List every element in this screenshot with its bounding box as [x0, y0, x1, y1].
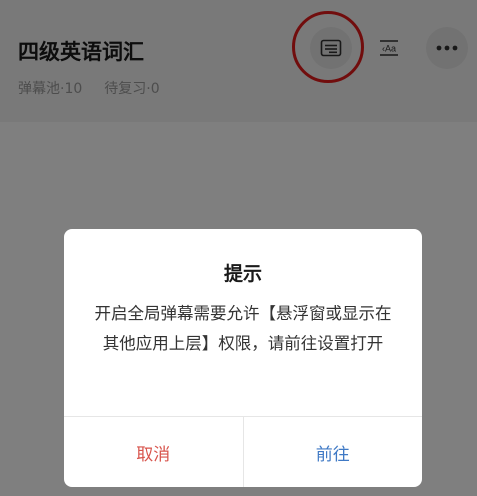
dialog-footer: 取消 前往 [64, 416, 422, 487]
go-settings-button[interactable]: 前往 [244, 417, 423, 487]
dialog-title: 提示 [223, 263, 262, 285]
permission-dialog: 提示 开启全局弹幕需要允许【悬浮窗或显示在其他应用上层】权限，请前往设置打开 取… [64, 229, 422, 487]
dialog-message: 开启全局弹幕需要允许【悬浮窗或显示在其他应用上层】权限，请前往设置打开 [94, 304, 392, 353]
cancel-button[interactable]: 取消 [64, 417, 244, 487]
